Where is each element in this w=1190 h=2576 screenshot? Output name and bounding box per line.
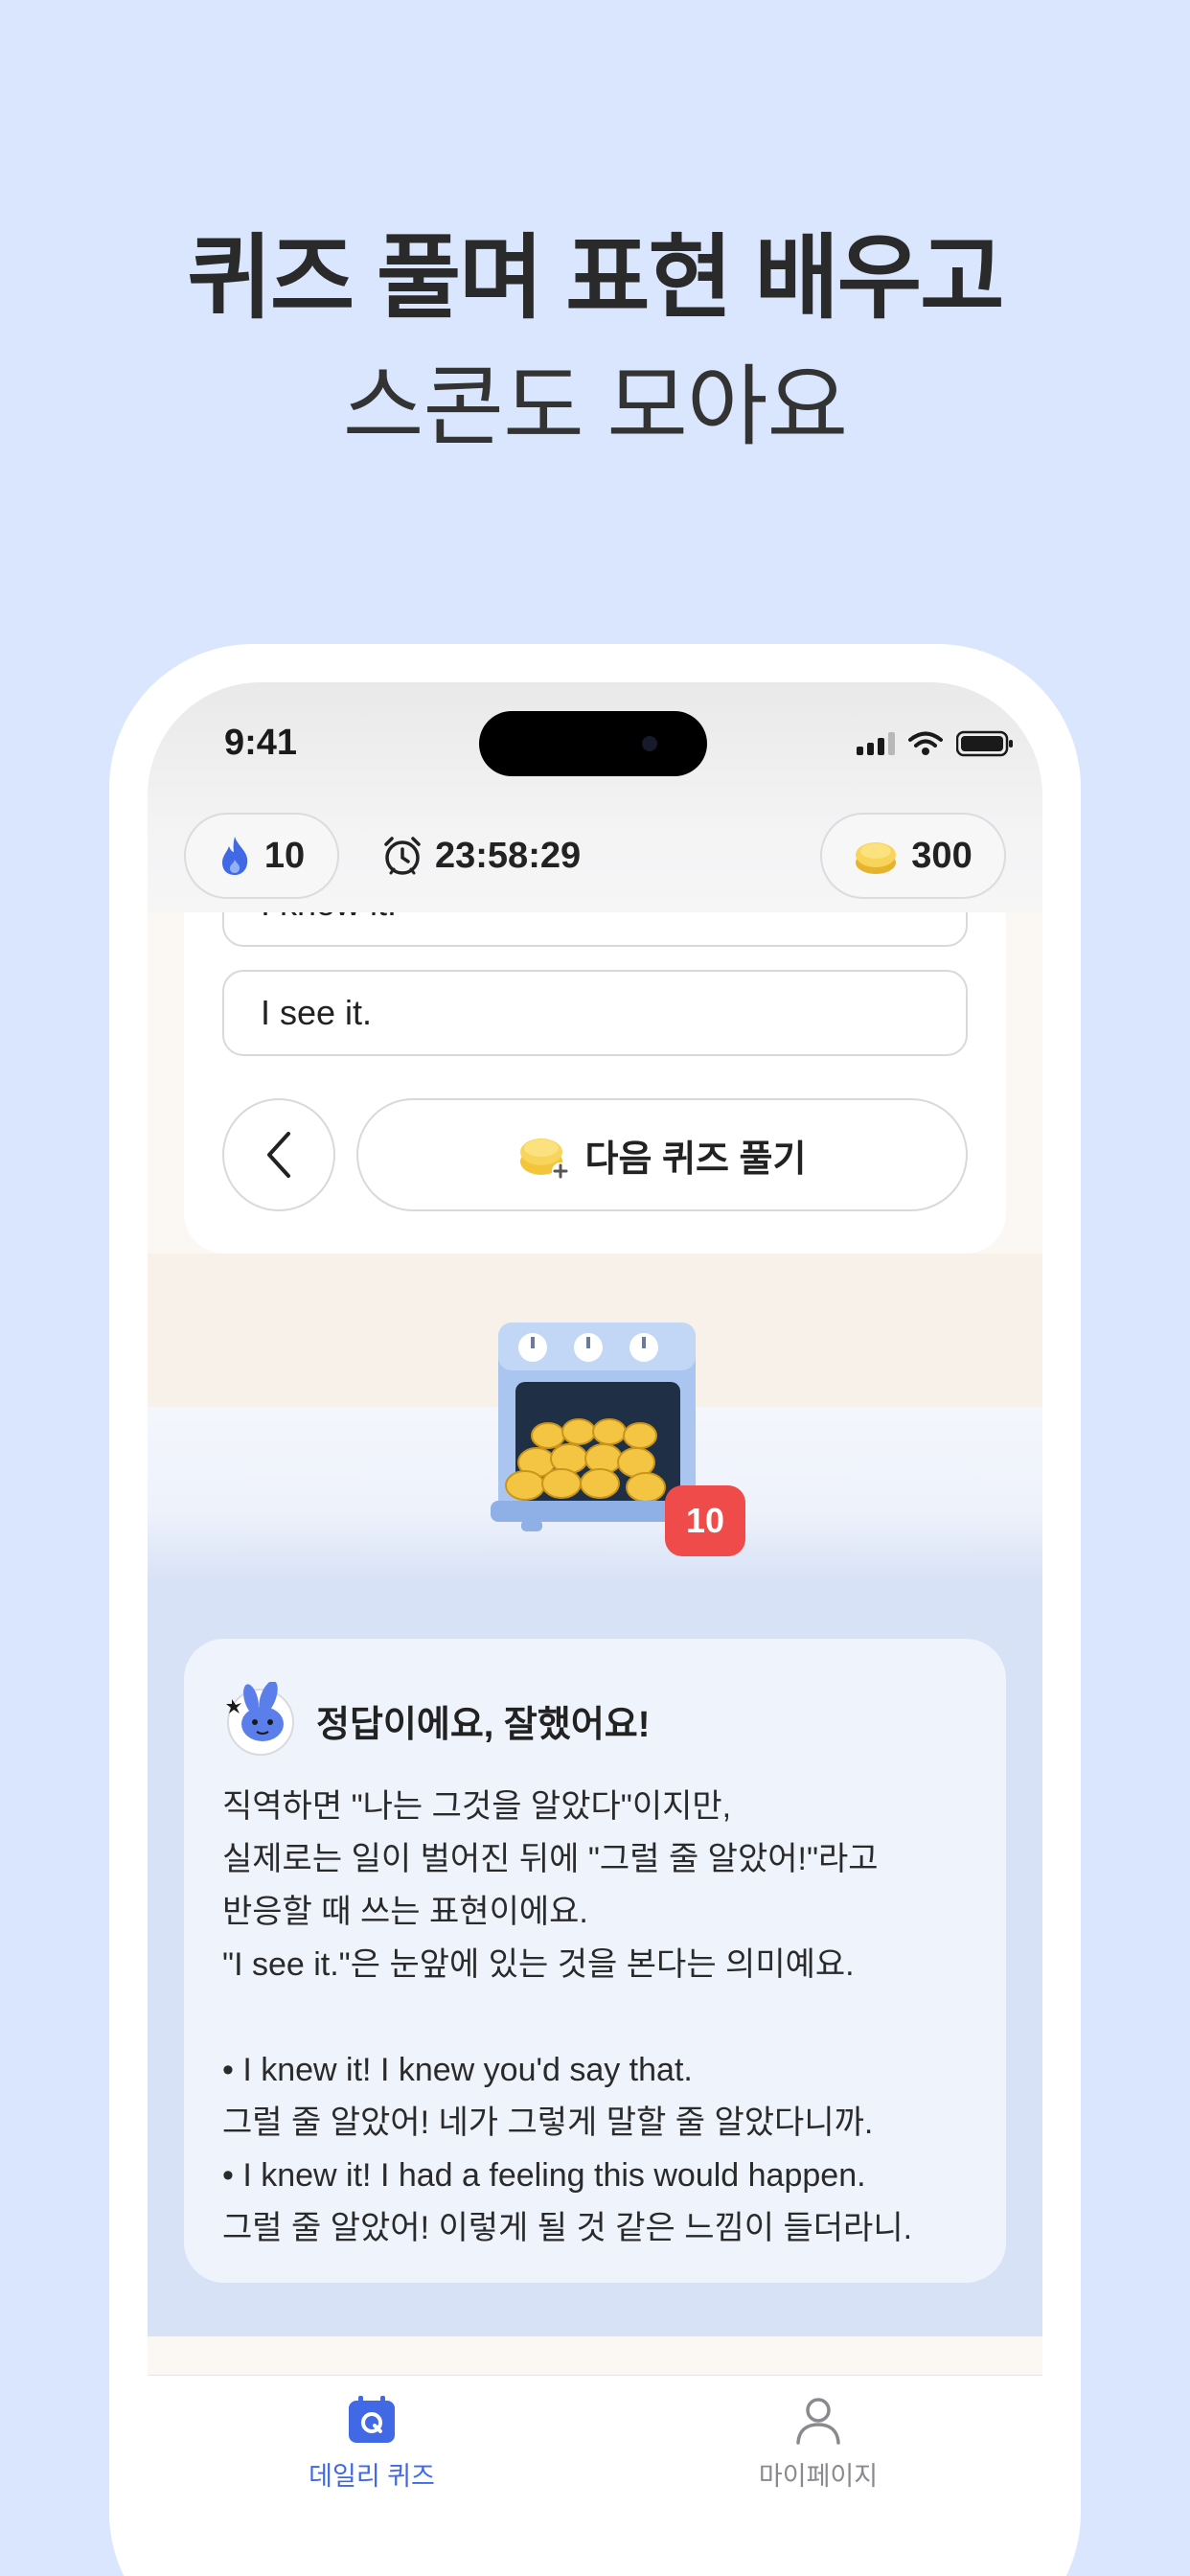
back-button[interactable] — [222, 1098, 335, 1211]
tab-my-page-label: 마이페이지 — [758, 2462, 879, 2491]
battery-icon — [956, 730, 1013, 757]
quiz-timer: 23:58:29 — [381, 813, 581, 899]
coin-count: 300 — [911, 835, 973, 876]
scone-icon — [856, 842, 897, 874]
calendar-q-icon — [349, 2396, 395, 2443]
quiz-card: I know it. I see it. 다음 퀴즈 풀기 — [184, 861, 1006, 1254]
scone-count-badge: 10 — [665, 1485, 745, 1556]
tab-daily-quiz-label: 데일리 퀴즈 — [309, 2462, 435, 2491]
person-icon — [796, 2398, 840, 2445]
tab-my-page[interactable]: 마이페이지 — [713, 2395, 924, 2493]
timer-value: 23:58:29 — [435, 835, 582, 876]
headline-subtitle: 스콘도 모아요 — [342, 358, 848, 456]
wifi-icon — [908, 731, 943, 755]
streak-count: 10 — [263, 835, 306, 876]
chevron-left-icon — [267, 1132, 290, 1178]
streak-pill[interactable]: 10 — [184, 813, 339, 899]
explanation-text: 직역하면 "나는 그것을 알았다"이지만, 실제로는 일이 벌어진 뒤에 "그럴… — [222, 1788, 913, 2246]
next-quiz-label: 다음 퀴즈 풀기 — [584, 1138, 807, 1180]
rabbit-mascot-icon — [226, 1682, 294, 1756]
answer-option[interactable]: I see it. — [222, 970, 968, 1056]
header-area: 9:41 10 23:58:29 300 — [148, 682, 1042, 912]
tab-daily-quiz[interactable]: 데일리 퀴즈 — [266, 2395, 477, 2493]
bottom-tab-bar: 데일리 퀴즈 마이페이지 — [148, 2375, 1042, 2576]
next-quiz-button[interactable]: 다음 퀴즈 풀기 — [356, 1098, 968, 1211]
scone-plus-icon — [519, 1138, 569, 1180]
status-time: 9:41 — [224, 723, 298, 763]
phone-screen: I know it. I see it. 다음 퀴즈 풀기 — [148, 682, 1042, 2576]
headline-title: 퀴즈 풀며 표현 배우고 — [187, 227, 1005, 330]
flame-icon — [221, 837, 248, 875]
explanation-title: 정답이에요, 잘했어요! — [316, 1704, 651, 1745]
status-icons — [857, 730, 1014, 757]
scone-coins-pill[interactable]: 300 — [820, 813, 1006, 899]
dynamic-island — [479, 711, 707, 776]
alarm-clock-icon — [384, 837, 421, 875]
signal-icon — [857, 732, 895, 755]
explanation-card: 정답이에요, 잘했어요! 직역하면 "나는 그것을 알았다"이지만, 실제로는 … — [184, 1639, 1006, 2283]
